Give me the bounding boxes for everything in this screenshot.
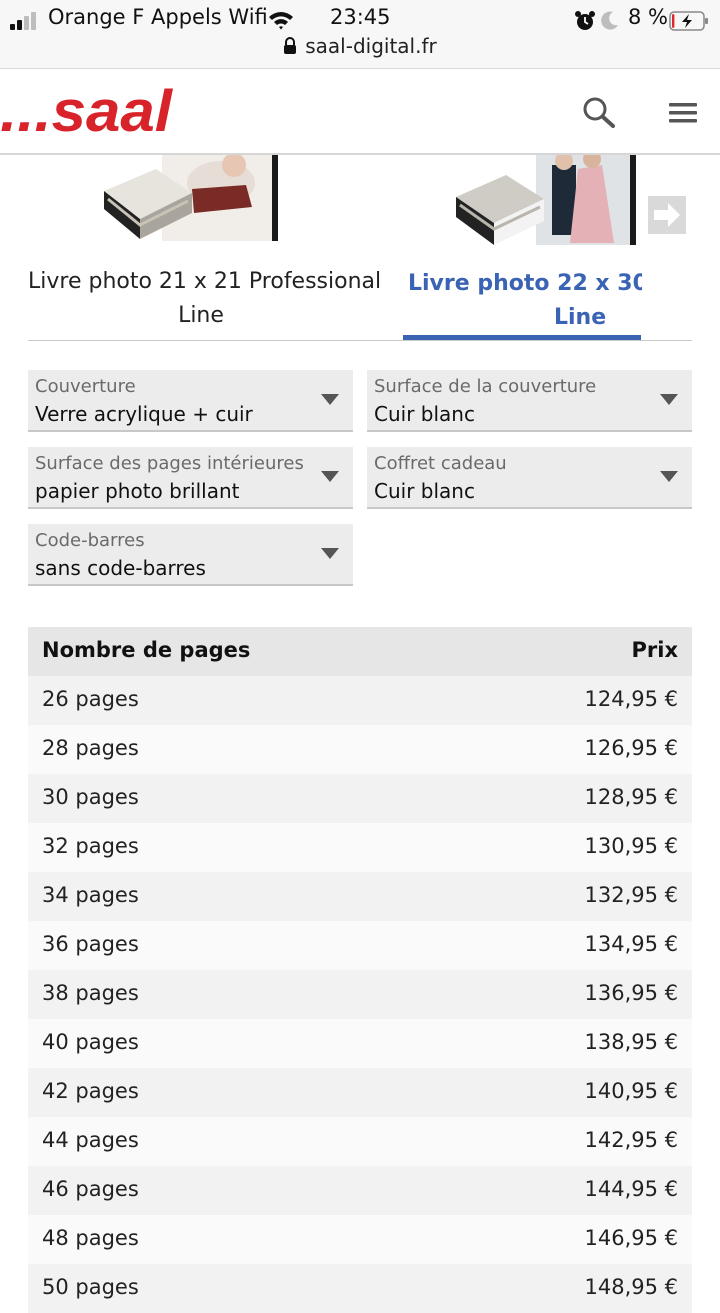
pages-cell: 30 pages <box>42 785 139 809</box>
table-row: 46 pages 144,95 € <box>28 1166 692 1215</box>
do-not-disturb-moon-icon <box>601 11 618 30</box>
table-row: 36 pages 134,95 € <box>28 921 692 970</box>
battery-percent: 8 % <box>628 5 668 29</box>
pages-cell: 32 pages <box>42 834 139 858</box>
select-value: sans code-barres <box>35 556 206 580</box>
tab-divider <box>28 340 692 341</box>
price-cell: 136,95 € <box>584 981 678 1005</box>
price-cell: 142,95 € <box>584 1128 678 1152</box>
address-bar-url[interactable]: saal-digital.fr <box>305 34 436 58</box>
product-image-21x21[interactable] <box>96 155 286 255</box>
column-header-pages: Nombre de pages <box>42 638 251 662</box>
product-image-22x30[interactable] <box>452 155 642 255</box>
alarm-clock-icon <box>575 11 595 30</box>
table-row: 30 pages 128,95 € <box>28 774 692 823</box>
pages-cell: 46 pages <box>42 1177 139 1201</box>
select-label: Surface des pages intérieures <box>35 453 304 474</box>
caret-down-icon <box>321 548 339 559</box>
select-label: Couverture <box>35 376 136 397</box>
price-cell: 130,95 € <box>584 834 678 858</box>
wifi-icon <box>269 12 293 30</box>
pages-cell: 42 pages <box>42 1079 139 1103</box>
search-icon[interactable] <box>580 94 620 134</box>
select-label: Coffret cadeau <box>374 453 507 474</box>
product-label-line1: Livre photo 22 x 30 Pro <box>408 271 642 296</box>
table-row: 50 pages 148,95 € <box>28 1264 692 1313</box>
caret-down-icon <box>660 471 678 482</box>
table-row: 38 pages 136,95 € <box>28 970 692 1019</box>
price-cell: 146,95 € <box>584 1226 678 1250</box>
select-value: Cuir blanc <box>374 402 475 426</box>
pages-cell: 28 pages <box>42 736 139 760</box>
pages-cell: 40 pages <box>42 1030 139 1054</box>
table-row: 44 pages 142,95 € <box>28 1117 692 1166</box>
price-cell: 144,95 € <box>584 1177 678 1201</box>
table-row: 48 pages 146,95 € <box>28 1215 692 1264</box>
hamburger-menu-icon[interactable] <box>666 98 702 128</box>
pages-cell: 26 pages <box>42 687 139 711</box>
price-cell: 126,95 € <box>584 736 678 760</box>
pages-cell: 38 pages <box>42 981 139 1005</box>
status-bar: Orange F Appels Wifi 23:45 8 % saal-digi… <box>0 0 720 69</box>
cellular-signal-icon <box>10 12 42 30</box>
price-table: Nombre de pages Prix 26 pages 124,95 € 28 … <box>28 627 692 1313</box>
product-option-22x30[interactable]: Livre photo 22 x 30 Pro Line <box>400 265 642 335</box>
select-surface-pages[interactable]: Surface des pages intérieures papier pho… <box>28 447 353 509</box>
table-row: 34 pages 132,95 € <box>28 872 692 921</box>
product-carousel: Livre photo 21 x 21 Professional Line Li… <box>0 155 720 345</box>
status-time: 23:45 <box>330 5 391 29</box>
table-row: 26 pages 124,95 € <box>28 676 692 725</box>
price-cell: 132,95 € <box>584 883 678 907</box>
product-label-line2: Line <box>554 305 607 330</box>
price-cell: 148,95 € <box>584 1275 678 1299</box>
column-header-price: Prix <box>631 638 679 662</box>
select-value: Cuir blanc <box>374 479 475 503</box>
pages-cell: 36 pages <box>42 932 139 956</box>
select-value: papier photo brillant <box>35 479 240 503</box>
price-cell: 140,95 € <box>584 1079 678 1103</box>
saal-logo[interactable]: ...saal <box>0 81 178 141</box>
select-coffret-cadeau[interactable]: Coffret cadeau Cuir blanc <box>367 447 692 509</box>
price-cell: 134,95 € <box>584 932 678 956</box>
product-option-21x21[interactable]: Livre photo 21 x 21 Professional Line <box>28 265 381 333</box>
table-header: Nombre de pages Prix <box>28 627 692 676</box>
pages-cell: 34 pages <box>42 883 139 907</box>
select-value: Verre acrylique + cuir <box>35 402 253 426</box>
select-label: Surface de la couverture <box>374 376 597 397</box>
select-label: Code-barres <box>35 530 145 551</box>
product-label-line1: Livre photo 21 x 21 Professional <box>28 269 382 294</box>
svg-text:...saal: ...saal <box>0 81 174 141</box>
lock-icon <box>284 37 297 54</box>
table-row: 32 pages 130,95 € <box>28 823 692 872</box>
select-code-barres[interactable]: Code-barres sans code-barres <box>28 524 353 586</box>
pages-cell: 48 pages <box>42 1226 139 1250</box>
select-surface-couverture[interactable]: Surface de la couverture Cuir blanc <box>367 370 692 432</box>
select-couverture[interactable]: Couverture Verre acrylique + cuir <box>28 370 353 432</box>
product-label-line2: Line <box>178 303 224 328</box>
carrier-name: Orange F Appels Wifi <box>48 5 268 29</box>
caret-down-icon <box>321 471 339 482</box>
price-cell: 138,95 € <box>584 1030 678 1054</box>
caret-down-icon <box>321 394 339 405</box>
price-cell: 128,95 € <box>584 785 678 809</box>
table-row: 28 pages 126,95 € <box>28 725 692 774</box>
pages-cell: 50 pages <box>42 1275 139 1299</box>
table-row: 40 pages 138,95 € <box>28 1019 692 1068</box>
caret-down-icon <box>660 394 678 405</box>
battery-charging-icon <box>669 11 708 31</box>
price-cell: 124,95 € <box>584 687 678 711</box>
table-row: 42 pages 140,95 € <box>28 1068 692 1117</box>
next-arrow-icon[interactable] <box>648 196 686 234</box>
pages-cell: 44 pages <box>42 1128 139 1152</box>
